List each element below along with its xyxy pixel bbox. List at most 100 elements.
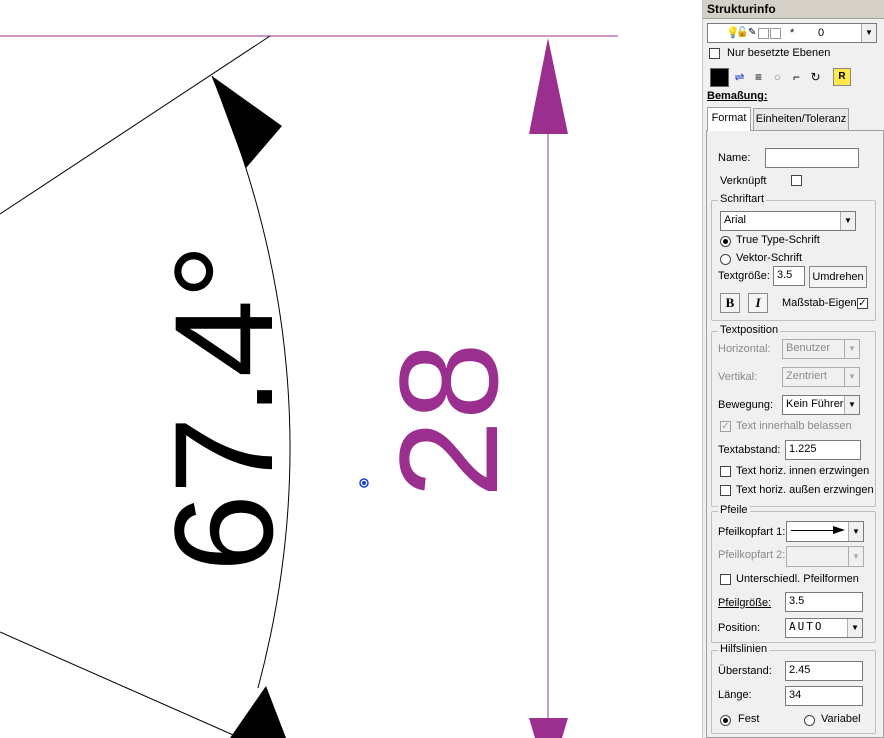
font-value: Arial: [724, 214, 747, 226]
drawing-svg[interactable]: 67.4° 28: [0, 0, 702, 738]
length-label: Länge:: [718, 689, 752, 701]
font-select[interactable]: Arial ▼: [720, 211, 856, 231]
arrows-group: Pfeile Pfeilkopfart 1: ▼ Pfeilkopfart 2:…: [711, 504, 876, 643]
linked-label: Verknüpft: [720, 175, 767, 187]
variable-label: Variabel: [821, 713, 861, 725]
structure-info-panel: Strukturinfo 💡 🔓 ✎ * 0 ▼ Nur besetzte Eb…: [702, 0, 884, 738]
text-size-input[interactable]: 3.5: [773, 266, 805, 286]
force-inside-checkbox[interactable]: [720, 466, 731, 477]
dimension-arrowhead-top: [529, 38, 568, 134]
fixed-radio[interactable]: [720, 715, 731, 726]
arrow-position-value: AUTO: [789, 620, 824, 633]
arrow-position-label: Position:: [718, 622, 761, 634]
aux-lines-group-title: Hilfslinien: [718, 643, 770, 655]
arrows-group-title: Pfeile: [718, 504, 750, 516]
fixed-label: Fest: [738, 713, 760, 725]
overhang-input[interactable]: 2.45: [785, 661, 863, 681]
vertical-label: Vertikal:: [718, 371, 758, 383]
layer-pattern-icon: [770, 28, 781, 39]
layer-icon[interactable]: ⌐: [787, 68, 806, 86]
angle-leg-upper: [0, 35, 271, 215]
name-label: Name:: [718, 152, 751, 164]
arrow-right-icon: [791, 530, 835, 531]
keep-inside-checkbox: ✓: [720, 421, 731, 432]
only-used-layers-checkbox[interactable]: [709, 48, 720, 59]
chevron-down-icon: ▼: [848, 547, 863, 566]
movement-value: Kein Führer: [786, 398, 844, 410]
chevron-down-icon: ▼: [844, 368, 859, 386]
aux-lines-group: Hilfslinien Überstand: 2.45 Länge: 34 Fe…: [711, 643, 876, 734]
circle-icon[interactable]: ○: [768, 68, 787, 86]
arrow-size-label: Pfeilgröße:: [718, 597, 772, 609]
text-position-group: Textposition Horizontal: Benutzer ▼ Vert…: [711, 324, 876, 507]
arrow-head1-select[interactable]: ▼: [786, 521, 864, 542]
tab-units-tolerance[interactable]: Einheiten/Toleranz: [753, 108, 849, 130]
line-style-icon[interactable]: ⇌: [730, 68, 749, 86]
force-outside-label: Text horiz. außen erzwingen: [736, 484, 874, 496]
scale-own-label: Maßstab-Eigen: [782, 297, 857, 309]
scale-own-checkbox[interactable]: ✓: [857, 298, 868, 309]
lock-icon: 🔓: [736, 27, 749, 38]
movement-select[interactable]: Kein Führer ▼: [782, 395, 860, 415]
layer-select[interactable]: 💡 🔓 ✎ * 0 ▼: [707, 23, 877, 43]
linked-checkbox[interactable]: [791, 175, 802, 186]
text-distance-label: Textabstand:: [718, 444, 781, 456]
font-group: Schriftart Arial ▼ True Type-Schrift Vek…: [711, 193, 876, 321]
different-arrows-checkbox[interactable]: [720, 574, 731, 585]
horizontal-select: Benutzer ▼: [782, 339, 860, 359]
vertical-value: Zentriert: [786, 370, 827, 382]
horizontal-value: Benutzer: [786, 342, 831, 354]
chevron-down-icon[interactable]: ▼: [847, 619, 862, 637]
chevron-down-icon: ▼: [844, 340, 859, 358]
label-icon[interactable]: R: [833, 68, 851, 86]
flip-button[interactable]: Umdrehen: [809, 266, 867, 288]
length-input[interactable]: 34: [785, 686, 863, 706]
rotate-icon[interactable]: ↻: [806, 68, 825, 86]
arrow-head2-label: Pfeilkopfart 2:: [718, 549, 786, 561]
vector-radio[interactable]: [720, 254, 731, 265]
layer-value: 0: [818, 27, 825, 39]
chevron-down-icon[interactable]: ▼: [848, 522, 863, 541]
bold-button[interactable]: B: [720, 293, 740, 313]
layer-box-icon: [758, 28, 769, 39]
arrow-head1-label: Pfeilkopfart 1:: [718, 526, 786, 538]
arrow-position-select[interactable]: AUTO ▼: [785, 618, 863, 638]
dimension-value-text[interactable]: 28: [370, 342, 527, 498]
name-input[interactable]: [765, 148, 859, 168]
chevron-down-icon[interactable]: ▼: [840, 212, 855, 230]
overhang-label: Überstand:: [718, 665, 772, 677]
tab-page: Name: Verknüpft Schriftart Arial ▼ True …: [706, 130, 884, 738]
angle-leg-lower: [0, 631, 241, 738]
arrow-size-input[interactable]: 3.5: [785, 592, 863, 612]
different-arrows-label: Unterschiedl. Pfeilformen: [736, 573, 859, 585]
angle-arrowhead-bottom: [230, 686, 286, 738]
section-title: Bemaßung:: [707, 90, 768, 102]
text-position-group-title: Textposition: [718, 324, 781, 336]
italic-button[interactable]: I: [748, 293, 768, 313]
drawing-canvas[interactable]: 67.4° 28: [0, 0, 702, 738]
tab-format[interactable]: Format: [707, 107, 751, 131]
force-outside-checkbox[interactable]: [720, 485, 731, 496]
layer-symbol: *: [790, 27, 795, 39]
truetype-label: True Type-Schrift: [736, 234, 820, 246]
vector-label: Vektor-Schrift: [736, 252, 803, 264]
vertical-select: Zentriert ▼: [782, 367, 860, 387]
only-used-layers-label: Nur besetzte Ebenen: [727, 47, 831, 59]
chevron-down-icon[interactable]: ▼: [861, 24, 876, 42]
truetype-radio[interactable]: [720, 236, 731, 247]
force-inside-label: Text horiz. innen erzwingen: [736, 465, 870, 477]
arrow-head2-select: ▼: [786, 546, 864, 567]
variable-radio[interactable]: [804, 715, 815, 726]
dimension-arrowhead-bottom: [529, 718, 568, 738]
angle-value-text[interactable]: 67.4°: [145, 244, 302, 572]
arrow-head-shape-icon: [833, 526, 845, 534]
color-swatch-icon[interactable]: [710, 68, 729, 87]
angle-arrowhead-top: [212, 76, 282, 168]
text-size-label: Textgröße:: [718, 270, 770, 282]
chevron-down-icon[interactable]: ▼: [844, 396, 859, 414]
keep-inside-label: Text innerhalb belassen: [736, 420, 852, 432]
horizontal-label: Horizontal:: [718, 343, 771, 355]
line-width-icon[interactable]: ≡: [749, 68, 768, 86]
text-distance-input[interactable]: 1.225: [785, 440, 861, 460]
pencil-icon: ✎: [748, 27, 757, 38]
